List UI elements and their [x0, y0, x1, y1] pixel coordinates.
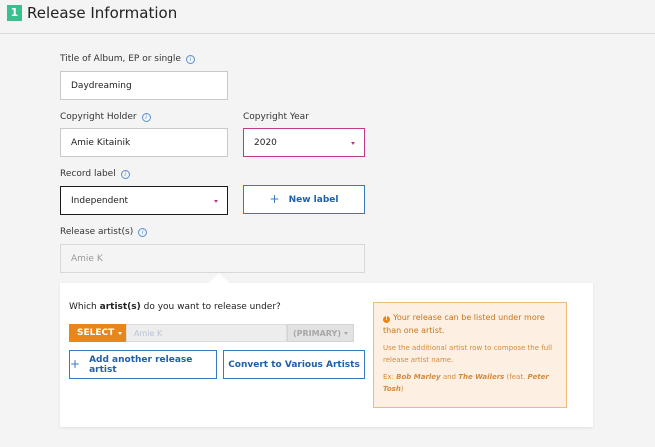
plus-icon: +	[70, 357, 81, 371]
add-artist-button[interactable]: + Add another release artist	[69, 350, 217, 379]
caret-down-icon	[214, 199, 218, 203]
plus-icon: +	[269, 192, 280, 206]
caret-down-icon	[351, 141, 355, 145]
primary-role-select[interactable]: (PRIMARY)	[287, 324, 354, 342]
release-artists-input[interactable]: Amie K	[60, 244, 365, 273]
tip-example: Ex: Bob Marley and The Wailers (feat. Pe…	[383, 371, 557, 395]
convert-button-text: Convert to Various Artists	[228, 359, 360, 370]
copyright-holder-input[interactable]: Amie Kitainik	[60, 128, 228, 157]
new-label-button-text: New label	[288, 194, 339, 205]
add-artist-button-text: Add another release artist	[89, 354, 193, 375]
question-bold: artist(s)	[99, 302, 141, 312]
record-label-select[interactable]: Independent	[60, 186, 228, 215]
info-icon[interactable]: i	[138, 228, 148, 237]
tip-heading-text: Your release can be listed under more th…	[383, 313, 545, 335]
release-artists-label: Release artist(s) i	[60, 227, 148, 237]
question-suffix: do you want to release under?	[140, 302, 281, 312]
record-label-value: Independent	[71, 195, 129, 206]
artist-select-button[interactable]: SELECT	[69, 324, 126, 342]
step-badge: 1	[7, 5, 22, 21]
tip-heading: ! Your release can be listed under more t…	[383, 311, 557, 337]
section-title: Release Information	[27, 4, 178, 22]
tip-example-prefix: Ex:	[383, 373, 397, 381]
select-button-text: SELECT	[77, 328, 115, 338]
copyright-holder-label-text: Copyright Holder	[60, 112, 137, 122]
record-label-label-text: Record label	[60, 169, 116, 179]
tip-example-artist2: The Wailers	[458, 373, 505, 381]
tip-example-feat: (feat.	[504, 373, 528, 381]
title-input[interactable]: Daydreaming	[60, 71, 228, 100]
artist-question: Which artist(s) do you want to release u…	[69, 302, 281, 312]
tip-box: ! Your release can be listed under more t…	[373, 302, 567, 408]
section-header: 1 Release Information	[0, 0, 655, 34]
panel-pointer	[208, 273, 230, 284]
info-icon[interactable]: i	[185, 55, 195, 64]
record-label-label: Record label i	[60, 169, 130, 179]
title-label-text: Title of Album, EP or single	[60, 54, 181, 64]
info-icon[interactable]: i	[141, 113, 151, 122]
title-label: Title of Album, EP or single i	[60, 54, 195, 64]
caret-down-icon	[118, 331, 123, 335]
warning-icon: !	[383, 316, 390, 323]
copyright-year-label: Copyright Year	[243, 112, 309, 122]
tip-example-artist1: Bob Marley	[396, 373, 441, 381]
artist-name-input[interactable]: Amie K	[126, 324, 287, 342]
primary-role-text: (PRIMARY)	[293, 328, 341, 338]
tip-example-and: and	[440, 373, 459, 381]
new-label-button[interactable]: + New label	[243, 185, 365, 214]
info-icon[interactable]: i	[120, 170, 130, 179]
copyright-holder-label: Copyright Holder i	[60, 112, 151, 122]
tip-example-close: )	[400, 385, 404, 393]
release-artists-label-text: Release artist(s)	[60, 227, 134, 237]
question-prefix: Which	[69, 302, 100, 312]
convert-various-artists-button[interactable]: Convert to Various Artists	[223, 350, 365, 379]
caret-down-icon	[343, 331, 348, 335]
tip-body: Use the additional artist row to compose…	[383, 344, 553, 364]
copyright-year-value: 2020	[254, 137, 277, 148]
copyright-year-select[interactable]: 2020	[243, 128, 365, 157]
